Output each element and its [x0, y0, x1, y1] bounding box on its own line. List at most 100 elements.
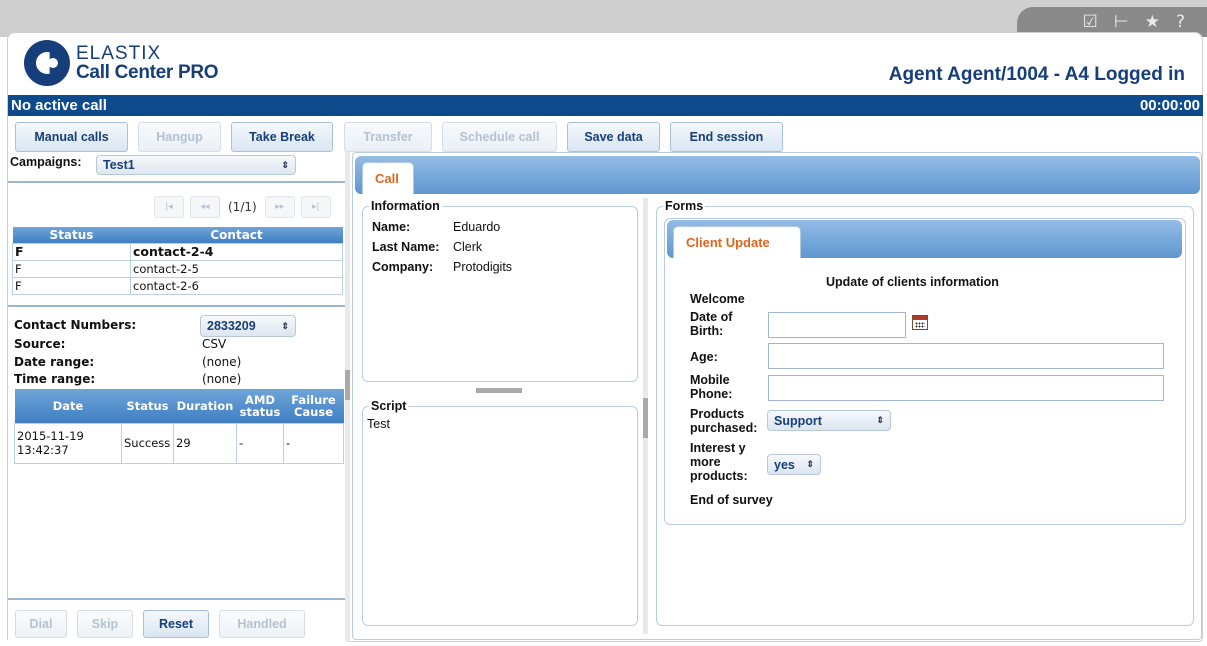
interest-more-products-value: yes [774, 457, 795, 472]
cell-duration: 29 [173, 422, 237, 464]
take-break-button[interactable]: Take Break [231, 122, 333, 152]
info-last-name-label: Last Name: [372, 240, 440, 254]
cell-status: F [12, 242, 131, 261]
horizontal-splitter-grip-icon[interactable] [476, 388, 522, 393]
time-range-label: Time range: [14, 372, 96, 386]
reset-button[interactable]: Reset [143, 610, 209, 638]
time-range-value: (none) [202, 372, 242, 386]
info-last-name-value: Clerk [453, 240, 483, 254]
call-status-bar: No active call 00:00:00 [8, 95, 1203, 116]
date-of-birth-label: Date of Birth: [690, 310, 733, 338]
info-company-value: Protodigits [453, 260, 513, 274]
divider [8, 598, 346, 600]
column-header-status: Status [121, 389, 174, 423]
splitter-grip-icon[interactable] [345, 370, 350, 400]
age-label: Age: [690, 350, 718, 364]
table-row[interactable]: F contact-2-4 [12, 242, 343, 261]
contact-pager: |◂ ◂◂ (1/1) ▸▸ ▸| [154, 196, 337, 218]
handled-button[interactable]: Handled [219, 610, 305, 638]
info-company-label: Company: [372, 260, 434, 274]
script-text: Test [367, 417, 390, 431]
mobile-phone-label: Mobile Phone: [690, 373, 733, 401]
pager-next-button[interactable]: ▸▸ [264, 196, 295, 218]
date-range-value: (none) [202, 355, 242, 369]
cell-status: F [12, 276, 131, 295]
tab-call[interactable]: Call [362, 162, 414, 194]
manual-calls-button[interactable]: Manual calls [15, 122, 128, 152]
column-header-duration: Duration [173, 389, 237, 423]
chevron-updown-icon: ⇕ [281, 159, 289, 170]
info-name-label: Name: [372, 220, 411, 234]
date-range-label: Date range: [14, 355, 95, 369]
divider [8, 305, 346, 307]
pager-prev-button[interactable]: ◂◂ [190, 196, 220, 218]
cell-status: F [12, 259, 131, 278]
table-row[interactable]: F contact-2-6 [12, 276, 343, 295]
products-purchased-select[interactable]: Support ⇕ [767, 410, 891, 431]
pager-last-button[interactable]: ▸| [300, 196, 331, 218]
cell-failure-cause: - [283, 422, 344, 464]
chevron-updown-icon: ⇕ [876, 415, 884, 425]
campaign-select[interactable]: Test1 ⇕ [96, 155, 296, 175]
contact-number-select[interactable]: 2833209 ⇕ [200, 315, 296, 337]
chevron-updown-icon: ⇕ [806, 459, 814, 469]
information-legend: Information [371, 199, 440, 213]
column-header-status: Status [12, 227, 131, 243]
divider [8, 181, 346, 183]
end-of-survey-text: End of survey [690, 493, 773, 507]
mobile-phone-input[interactable] [768, 375, 1164, 401]
call-tabbar [355, 156, 1200, 194]
column-header-amd-status: AMD status [236, 389, 284, 423]
age-input[interactable] [768, 343, 1164, 369]
vertical-splitter[interactable] [643, 198, 648, 634]
campaigns-label: Campaigns: [10, 155, 82, 169]
interest-more-products-label: Interest y more products: [690, 441, 748, 483]
source-label: Source: [14, 337, 66, 351]
contact-numbers-label: Contact Numbers: [14, 318, 137, 332]
brand-line-2: Call Center PRO [76, 62, 219, 83]
campaign-select-value: Test1 [103, 158, 135, 172]
welcome-text: Welcome [690, 292, 745, 306]
logo-mark-icon [24, 40, 70, 86]
products-purchased-value: Support [774, 413, 822, 428]
transfer-button[interactable]: Transfer [344, 122, 432, 152]
contact-number-value: 2833209 [207, 319, 256, 333]
hangup-button[interactable]: Hangup [138, 122, 221, 152]
dial-button[interactable]: Dial [15, 610, 67, 638]
schedule-call-button[interactable]: Schedule call [442, 122, 557, 152]
call-timer: 00:00:00 [1139, 97, 1200, 114]
brand-logo: ELASTIX Call Center PRO [24, 40, 219, 86]
table-row[interactable]: F contact-2-5 [12, 259, 343, 278]
edit-icon[interactable]: ☑ [1083, 13, 1098, 31]
call-status: No active call [11, 97, 107, 114]
skip-button[interactable]: Skip [77, 610, 133, 638]
tab-client-update[interactable]: Client Update [673, 226, 801, 258]
script-fieldset: Script [362, 399, 638, 626]
interest-more-products-select[interactable]: yes ⇕ [767, 454, 821, 475]
help-icon[interactable]: ? [1176, 13, 1185, 31]
table-row[interactable]: 2015-11-19 13:42:37 Success 29 - - [14, 422, 344, 464]
contacts-table: Status Contact F contact-2-4 F contact-2… [12, 227, 343, 295]
date-of-birth-input[interactable] [768, 312, 906, 338]
brand-line-1: ELASTIX [76, 43, 162, 64]
column-header-failure-cause: Failure Cause [283, 389, 344, 423]
save-data-button[interactable]: Save data [567, 122, 660, 152]
pager-first-button[interactable]: |◂ [154, 196, 184, 218]
column-header-contact: Contact [130, 227, 343, 243]
script-legend: Script [371, 399, 407, 413]
column-header-date: Date [14, 389, 122, 423]
splitter-grip-icon[interactable] [643, 398, 648, 438]
cell-contact: contact-2-4 [130, 242, 343, 261]
step-forward-icon[interactable]: ⊢ [1114, 13, 1129, 31]
call-history-table: Date Status Duration AMD status Failure … [14, 389, 344, 464]
end-session-button[interactable]: End session [670, 122, 783, 152]
cell-contact: contact-2-5 [130, 259, 343, 278]
calendar-icon[interactable] [912, 315, 928, 330]
panel-splitter[interactable] [345, 152, 350, 642]
star-icon[interactable]: ★ [1145, 13, 1160, 31]
forms-legend: Forms [665, 199, 704, 213]
cell-contact: contact-2-6 [130, 276, 343, 295]
source-value: CSV [202, 337, 227, 351]
cell-status: Success [121, 422, 174, 464]
cell-date: 2015-11-19 13:42:37 [14, 422, 122, 464]
